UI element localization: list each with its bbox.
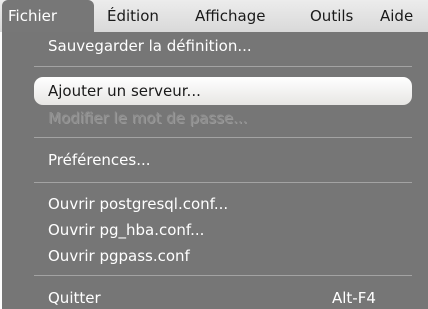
menu-outils[interactable]: Outils [310, 0, 353, 32]
menu-item-save-definition[interactable]: Sauvegarder la définition... [2, 34, 428, 58]
menu-item-label: Ouvrir pg_hba.conf... [48, 221, 205, 239]
menu-item-change-password: Modifier le mot de passe... [2, 106, 428, 130]
menu-item-add-server[interactable]: Ajouter un serveur... [34, 77, 412, 105]
menu-affichage[interactable]: Affichage [195, 0, 265, 32]
menu-fichier[interactable]: Fichier [2, 0, 94, 32]
menu-item-label: Ouvrir postgresql.conf... [48, 195, 229, 213]
menu-separator [34, 275, 412, 276]
menu-edition[interactable]: Édition [107, 0, 159, 32]
menu-bar: Fichier Édition Affichage Outils Aide [0, 0, 428, 32]
application-window: Fichier Édition Affichage Outils Aide Sa… [0, 0, 428, 309]
menu-item-open-postgresql-conf[interactable]: Ouvrir postgresql.conf... [2, 192, 428, 216]
menu-separator [34, 182, 412, 183]
menu-item-label: Ouvrir pgpass.conf [48, 247, 190, 265]
menu-item-label: Ajouter un serveur... [48, 82, 201, 100]
menu-item-shortcut: Alt-F4 [332, 289, 376, 307]
menu-item-label: Quitter [48, 289, 101, 307]
menu-item-open-pgpass-conf[interactable]: Ouvrir pgpass.conf [2, 244, 428, 268]
menu-item-label: Préférences... [48, 151, 151, 169]
menu-aide[interactable]: Aide [380, 0, 413, 32]
menu-separator [34, 137, 412, 138]
menu-item-quit[interactable]: Quitter Alt-F4 [2, 286, 428, 309]
fichier-dropdown-menu: Sauvegarder la définition... Ajouter un … [2, 32, 428, 309]
menu-item-label: Sauvegarder la définition... [48, 37, 252, 55]
menu-item-open-pg-hba-conf[interactable]: Ouvrir pg_hba.conf... [2, 218, 428, 242]
menu-separator [34, 66, 412, 67]
menu-item-label: Modifier le mot de passe... [48, 109, 248, 127]
menu-item-preferences[interactable]: Préférences... [2, 148, 428, 172]
